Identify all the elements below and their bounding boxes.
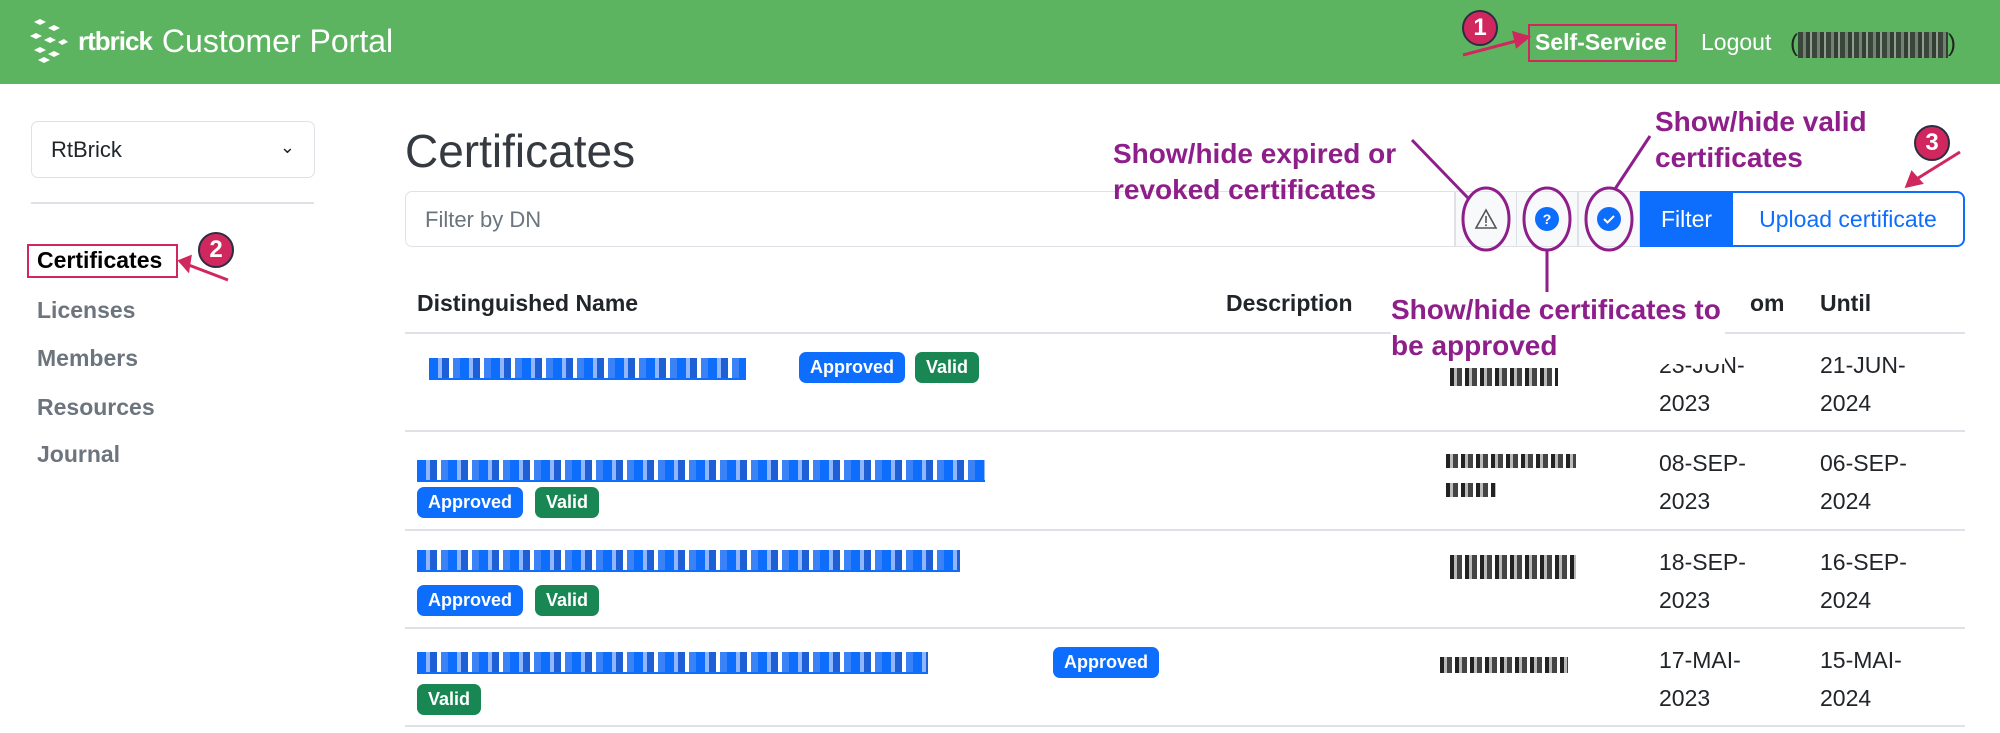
annotation-circle-approve	[1522, 186, 1572, 252]
step-marker-2: 2	[198, 232, 234, 268]
annotation-approve: Show/hide certificates to be approved	[1391, 292, 1725, 364]
annotation-circle-valid	[1584, 186, 1634, 252]
annotation-line-expired	[1410, 138, 1470, 200]
step-marker-1: 1	[1462, 10, 1498, 46]
annotation-valid: Show/hide valid certificates	[1655, 106, 1867, 173]
annotation-expired: Show/hide expired or revoked certificates	[1113, 138, 1397, 205]
step-marker-3: 3	[1914, 125, 1950, 161]
annotation-circle-expired	[1461, 186, 1511, 252]
annotation-line-valid	[1613, 135, 1652, 190]
